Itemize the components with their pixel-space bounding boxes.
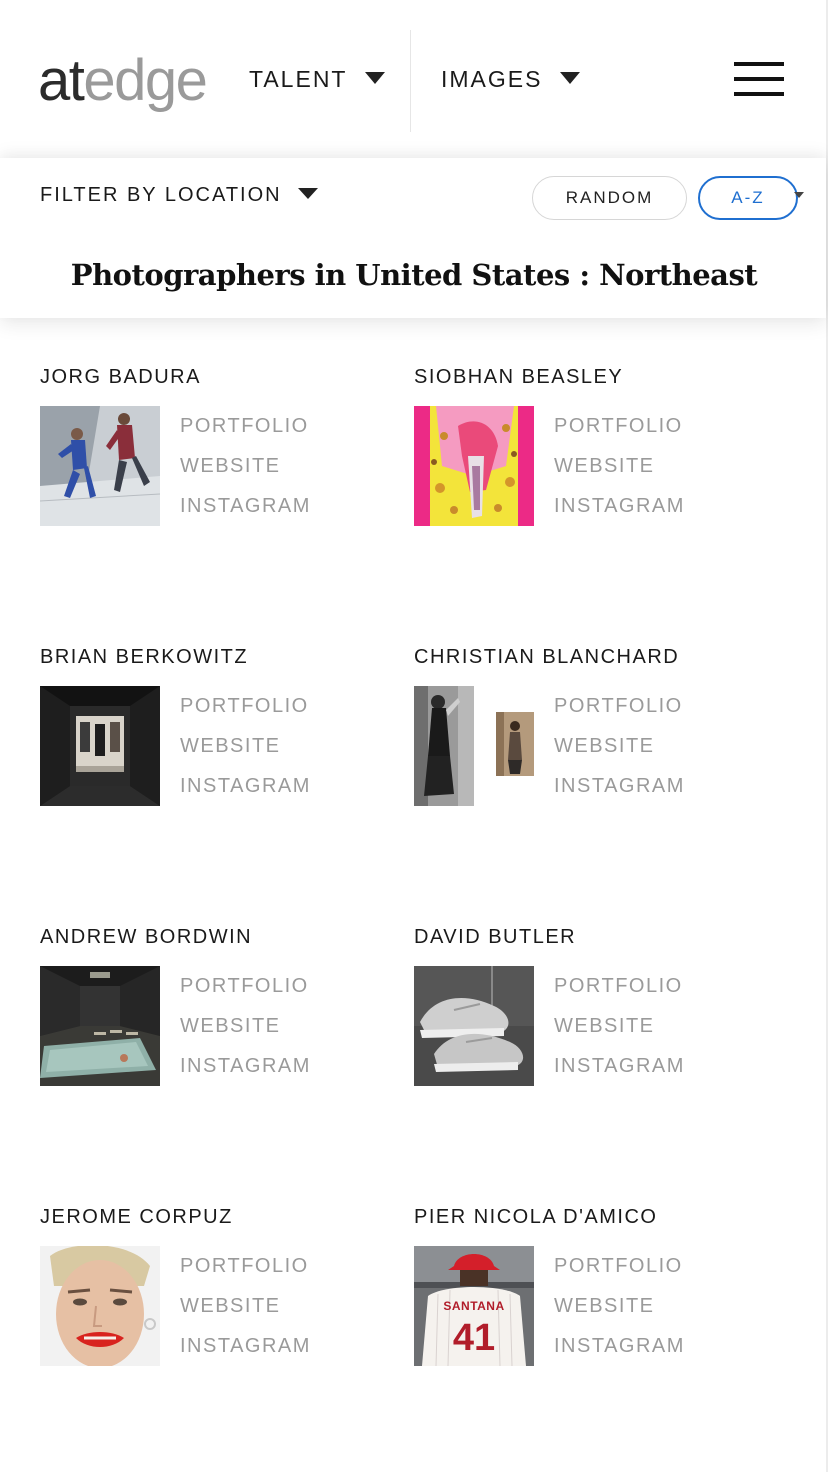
- portfolio-link[interactable]: PORTFOLIO: [180, 1246, 311, 1286]
- photographer-links: PORTFOLIO WEBSITE INSTAGRAM: [180, 406, 311, 526]
- photographer-links: PORTFOLIO WEBSITE INSTAGRAM: [180, 966, 311, 1086]
- website-link[interactable]: WEBSITE: [554, 1006, 685, 1046]
- photographer-name: JEROME CORPUZ: [40, 1206, 233, 1228]
- page-title: Photographers in United States : Northea…: [70, 258, 758, 292]
- photographer-name: BRIAN BERKOWITZ: [40, 646, 249, 668]
- nav-divider: [410, 30, 411, 132]
- instagram-link[interactable]: INSTAGRAM: [180, 1326, 311, 1366]
- photographer-name: CHRISTIAN BLANCHARD: [414, 646, 680, 668]
- portfolio-link[interactable]: PORTFOLIO: [180, 406, 311, 446]
- website-link[interactable]: WEBSITE: [554, 1286, 685, 1326]
- portfolio-link[interactable]: PORTFOLIO: [554, 686, 685, 726]
- photographer-thumbnail[interactable]: [414, 966, 534, 1086]
- instagram-link[interactable]: INSTAGRAM: [180, 1046, 311, 1086]
- portfolio-link[interactable]: PORTFOLIO: [554, 1246, 685, 1286]
- filter-by-location-dropdown[interactable]: FILTER BY LOCATION: [40, 184, 318, 207]
- website-link[interactable]: WEBSITE: [554, 726, 685, 766]
- photographer-links: PORTFOLIO WEBSITE INSTAGRAM: [554, 966, 685, 1086]
- sort-az-button[interactable]: A-Z: [698, 176, 798, 220]
- photographer-thumbnail[interactable]: [40, 686, 160, 806]
- atedge-logo[interactable]: atedge: [38, 46, 208, 116]
- nav-images-label: IMAGES: [441, 66, 543, 92]
- filter-by-location-label: FILTER BY LOCATION: [40, 184, 282, 206]
- portfolio-link[interactable]: PORTFOLIO: [180, 686, 311, 726]
- instagram-link[interactable]: INSTAGRAM: [180, 486, 311, 526]
- website-link[interactable]: WEBSITE: [180, 446, 311, 486]
- caret-down-icon: [794, 192, 804, 198]
- nav-talent-label: TALENT: [249, 66, 348, 92]
- photographer-name: JORG BADURA: [40, 366, 201, 388]
- logo-part-2: edge: [83, 48, 208, 113]
- caret-down-icon: [297, 188, 318, 199]
- photographer-name: PIER NICOLA D'AMICO: [414, 1206, 658, 1228]
- portfolio-link[interactable]: PORTFOLIO: [554, 406, 685, 446]
- photographer-links: PORTFOLIO WEBSITE INSTAGRAM: [180, 686, 311, 806]
- photographer-thumbnail[interactable]: [40, 966, 160, 1086]
- photographer-links: PORTFOLIO WEBSITE INSTAGRAM: [554, 1246, 685, 1366]
- site-header: atedge TALENT IMAGES: [0, 0, 826, 158]
- photographer-thumbnail[interactable]: [414, 406, 534, 526]
- instagram-link[interactable]: INSTAGRAM: [554, 486, 685, 526]
- logo-part-1: at: [38, 48, 85, 113]
- photographer-thumbnail[interactable]: SANTANA 41: [414, 1246, 534, 1366]
- photographer-name: ANDREW BORDWIN: [40, 926, 253, 948]
- instagram-link[interactable]: INSTAGRAM: [554, 1046, 685, 1086]
- sort-random-button[interactable]: RANDOM: [532, 176, 687, 220]
- nav-talent-dropdown[interactable]: TALENT: [249, 66, 386, 93]
- website-link[interactable]: WEBSITE: [180, 1286, 311, 1326]
- photographer-thumbnail[interactable]: [40, 406, 160, 526]
- photographer-links: PORTFOLIO WEBSITE INSTAGRAM: [554, 686, 685, 806]
- caret-down-icon: [560, 71, 581, 84]
- nav-images-dropdown[interactable]: IMAGES: [441, 66, 581, 93]
- portfolio-link[interactable]: PORTFOLIO: [180, 966, 311, 1006]
- website-link[interactable]: WEBSITE: [554, 446, 685, 486]
- caret-down-icon: [365, 71, 386, 84]
- photographer-thumbnail[interactable]: [40, 1246, 160, 1366]
- filter-bar: FILTER BY LOCATION RANDOM A-Z Photograph…: [0, 158, 826, 318]
- photographer-name: DAVID BUTLER: [414, 926, 577, 948]
- website-link[interactable]: WEBSITE: [180, 1006, 311, 1046]
- portfolio-link[interactable]: PORTFOLIO: [554, 966, 685, 1006]
- photographer-name: SIOBHAN BEASLEY: [414, 366, 624, 388]
- instagram-link[interactable]: INSTAGRAM: [180, 766, 311, 806]
- photographer-links: PORTFOLIO WEBSITE INSTAGRAM: [554, 406, 685, 526]
- photographer-thumbnail[interactable]: [414, 686, 534, 806]
- jersey-number-text: 41: [453, 1317, 495, 1359]
- jersey-name-text: SANTANA: [443, 1299, 504, 1313]
- hamburger-menu-icon[interactable]: [734, 62, 784, 98]
- photographer-links: PORTFOLIO WEBSITE INSTAGRAM: [180, 1246, 311, 1366]
- instagram-link[interactable]: INSTAGRAM: [554, 1326, 685, 1366]
- website-link[interactable]: WEBSITE: [180, 726, 311, 766]
- instagram-link[interactable]: INSTAGRAM: [554, 766, 685, 806]
